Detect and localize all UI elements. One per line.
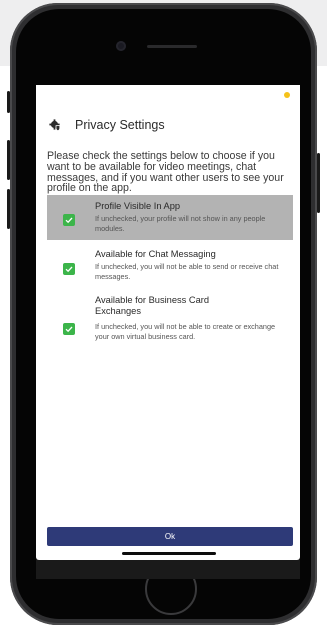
- power-button: [317, 153, 320, 213]
- checkbox-profile-visible[interactable]: [63, 214, 75, 226]
- setting-title: Available for Chat Messaging: [95, 249, 216, 259]
- checkbox-checked-icon: [65, 266, 73, 273]
- setting-profile-visible[interactable]: Profile Visible In App If unchecked, you…: [47, 195, 293, 240]
- intro-text: Please check the settings below to choos…: [47, 150, 284, 195]
- setting-chat-messaging[interactable]: Available for Chat Messaging If unchecke…: [47, 249, 293, 289]
- phone-screen: Privacy Settings Please check the settin…: [36, 85, 300, 579]
- mute-switch: [7, 91, 10, 113]
- ok-button[interactable]: Ok: [47, 527, 293, 546]
- modal-header: Privacy Settings: [49, 118, 165, 132]
- setting-description: If unchecked, you will not be able to se…: [95, 262, 279, 281]
- earpiece-speaker: [147, 45, 197, 48]
- checkbox-chat-messaging[interactable]: [63, 263, 75, 275]
- volume-up-button: [7, 140, 10, 180]
- setting-title: Available for Business Card Exchanges: [95, 295, 210, 316]
- checkbox-checked-icon: [65, 217, 73, 224]
- front-camera: [116, 41, 126, 51]
- volume-down-button: [7, 189, 10, 229]
- setting-title: Profile Visible In App: [95, 201, 181, 211]
- home-indicator: [122, 552, 216, 555]
- setting-business-card[interactable]: Available for Business Card Exchanges If…: [47, 295, 293, 361]
- checkbox-business-card[interactable]: [63, 323, 75, 335]
- privacy-settings-modal: Privacy Settings Please check the settin…: [36, 85, 300, 560]
- modal-title: Privacy Settings: [75, 118, 165, 132]
- setting-description: If unchecked, your profile will not show…: [95, 214, 266, 233]
- status-dot: [284, 92, 290, 98]
- checkbox-checked-icon: [65, 326, 73, 333]
- settings-shield-icon: [49, 119, 61, 131]
- setting-description: If unchecked, you will not be able to cr…: [95, 322, 276, 341]
